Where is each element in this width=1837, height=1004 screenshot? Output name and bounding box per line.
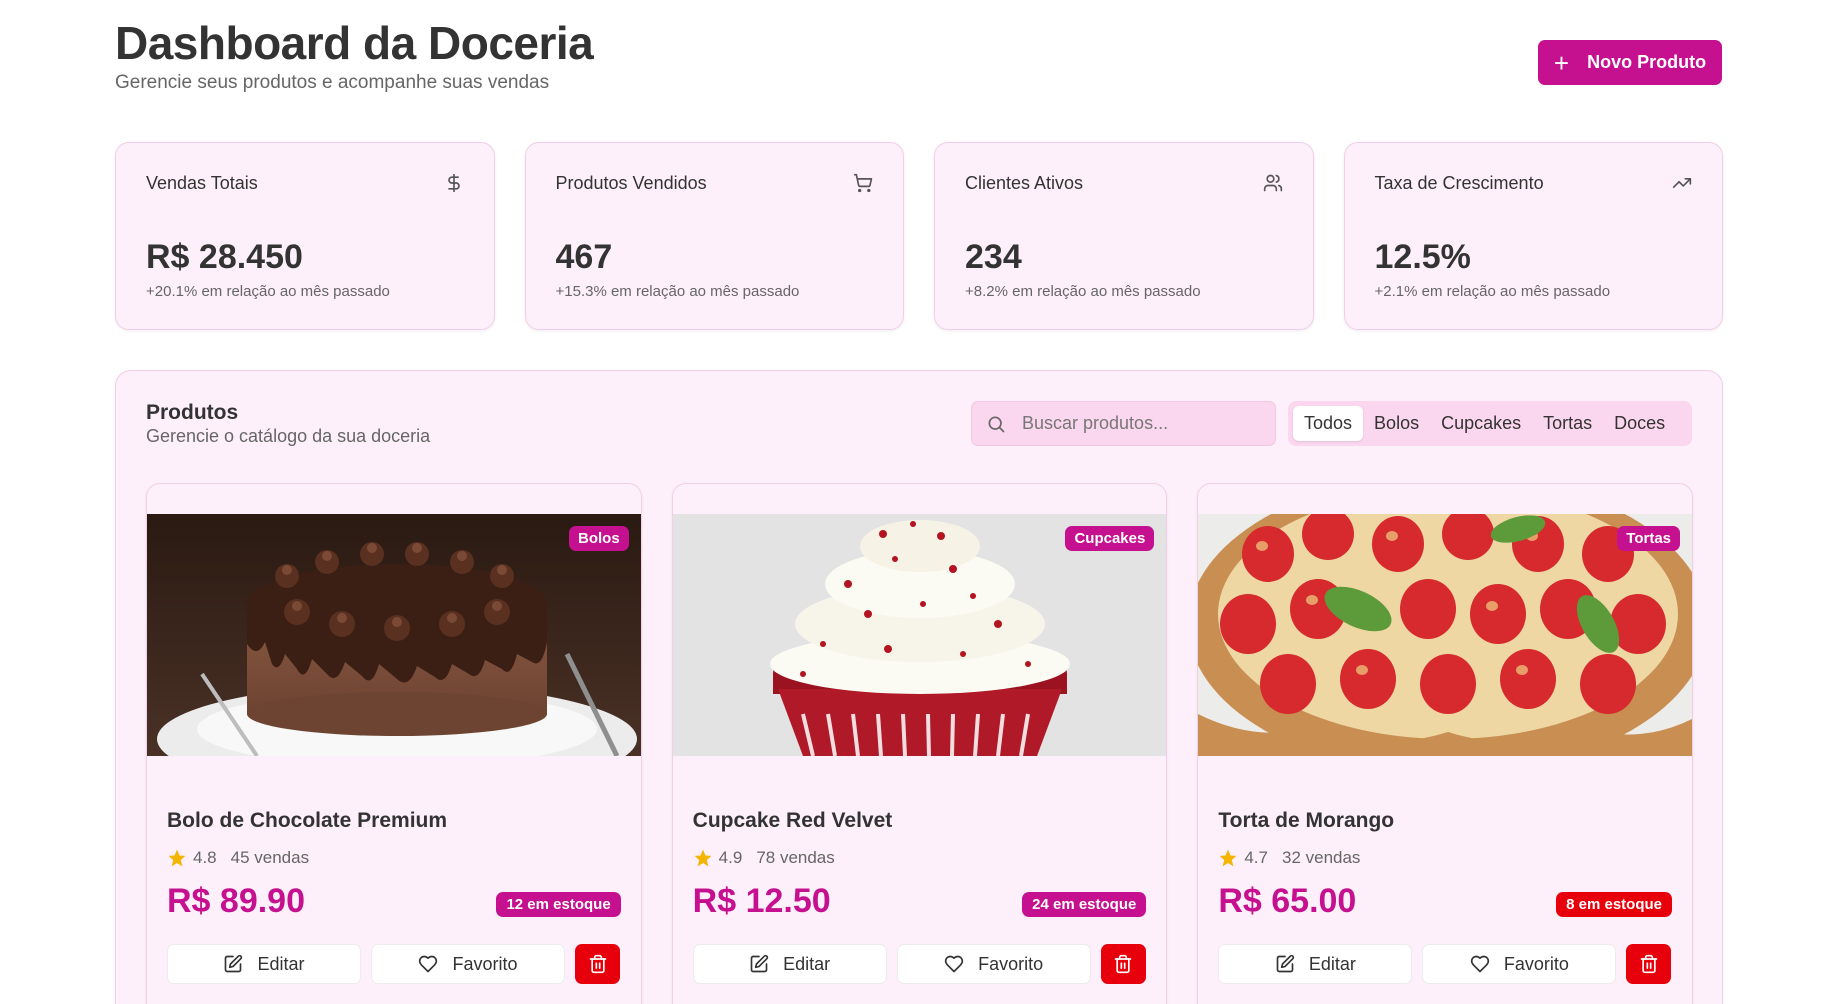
tab-tortas[interactable]: Tortas xyxy=(1532,406,1603,441)
sales-count: 32 vendas xyxy=(1281,848,1361,867)
plus-icon: + xyxy=(1553,47,1570,78)
rating-value: 4.7 xyxy=(1244,848,1268,867)
card-actions: Editar Favorito xyxy=(167,944,620,984)
tab-bolos[interactable]: Bolos xyxy=(1363,406,1430,441)
rating-value: 4.8 xyxy=(193,848,217,867)
product-price: R$ 89.90 xyxy=(167,882,305,920)
users-icon xyxy=(1263,174,1282,192)
delete-button[interactable] xyxy=(1626,944,1672,984)
card-actions: Editar Favorito xyxy=(1218,944,1672,984)
delete-button[interactable] xyxy=(1100,944,1146,984)
category-badge: Cupcakes xyxy=(1065,526,1155,551)
delete-button[interactable] xyxy=(575,944,620,984)
cart-icon xyxy=(853,173,873,193)
stock-badge: 8 em estoque xyxy=(1556,892,1673,917)
stats-row: Vendas Totais R$ 28.450 +20.1% em relaçã… xyxy=(115,142,1723,330)
product-card: Cupcakes Cupcake Red Velvet 4.9 78 venda… xyxy=(671,483,1168,1004)
trash-icon xyxy=(1114,954,1132,974)
stat-note: +2.1% em relação ao mês passado xyxy=(1374,283,1611,300)
stat-label: Clientes Ativos xyxy=(965,173,1084,193)
favorite-button[interactable]: Favorito xyxy=(371,944,565,984)
product-grid: Bolos Bolo de Chocolate Premium 4.8 45 v… xyxy=(146,483,1694,1004)
heart-icon xyxy=(1470,955,1489,973)
favorite-button[interactable]: Favorito xyxy=(896,944,1091,984)
stat-label: Produtos Vendidos xyxy=(555,173,707,193)
favorite-label: Favorito xyxy=(452,953,518,974)
stat-value: 234 xyxy=(965,238,1022,276)
sales-count: 45 vendas xyxy=(230,848,310,867)
stat-value: R$ 28.450 xyxy=(146,238,303,276)
edit-label: Editar xyxy=(1308,953,1356,974)
edit-icon xyxy=(1276,954,1294,973)
favorite-label: Favorito xyxy=(1503,953,1569,974)
product-rating: 4.7 32 vendas xyxy=(1218,848,1360,868)
stock-badge: 24 em estoque xyxy=(1022,892,1147,917)
stat-card-total-sales: Vendas Totais R$ 28.450 +20.1% em relaçã… xyxy=(115,142,495,330)
stat-card-growth-rate: Taxa de Crescimento 12.5% +2.1% em relaç… xyxy=(1343,142,1723,330)
stat-card-products-sold: Produtos Vendidos 467 +15.3% em relação … xyxy=(524,142,904,330)
product-rating: 4.8 45 vendas xyxy=(167,848,309,868)
star-icon xyxy=(168,849,186,867)
stat-note: +15.3% em relação ao mês passado xyxy=(555,283,800,300)
sales-count: 78 vendas xyxy=(756,848,835,867)
product-name: Cupcake Red Velvet xyxy=(692,809,893,832)
page-title: Dashboard da Doceria xyxy=(115,17,594,69)
tab-cupcakes[interactable]: Cupcakes xyxy=(1430,406,1532,441)
stat-label: Taxa de Crescimento xyxy=(1374,173,1544,193)
edit-icon xyxy=(225,954,243,973)
stat-value: 467 xyxy=(555,238,613,276)
product-name: Bolo de Chocolate Premium xyxy=(167,809,448,832)
heart-icon xyxy=(944,955,964,973)
favorite-button[interactable]: Favorito xyxy=(1422,944,1617,984)
product-name: Torta de Morango xyxy=(1218,809,1395,832)
product-rating: 4.9 78 vendas xyxy=(693,848,835,868)
category-tabs: Todos Bolos Cupcakes Tortas Doces xyxy=(1288,401,1692,446)
edit-label: Editar xyxy=(783,953,831,974)
dollar-icon xyxy=(447,173,460,193)
edit-label: Editar xyxy=(257,953,305,974)
new-product-button[interactable]: + Novo Produto xyxy=(1538,40,1722,85)
favorite-label: Favorito xyxy=(978,953,1044,974)
edit-button[interactable]: Editar xyxy=(692,944,887,984)
search-input[interactable] xyxy=(1022,413,1262,434)
stat-note: +20.1% em relação ao mês passado xyxy=(146,283,390,300)
stat-value: 12.5% xyxy=(1374,238,1471,276)
chocolate-cake-photo xyxy=(147,514,641,756)
products-subtitle: Gerencie o catálogo da sua doceria xyxy=(146,426,431,446)
page-subtitle: Gerencie seus produtos e acompanhe suas … xyxy=(115,72,550,93)
edit-button[interactable]: Editar xyxy=(1218,944,1413,984)
category-badge: Tortas xyxy=(1617,526,1681,551)
product-card: Tortas Torta de Morango 4.7 32 vendas R$… xyxy=(1197,483,1694,1004)
products-panel: Produtos Gerencie o catálogo da sua doce… xyxy=(115,370,1723,1004)
product-card: Bolos Bolo de Chocolate Premium 4.8 45 v… xyxy=(146,483,642,1004)
tab-doces[interactable]: Doces xyxy=(1603,406,1676,441)
edit-icon xyxy=(750,954,769,973)
trash-icon xyxy=(589,954,606,974)
stock-badge: 12 em estoque xyxy=(496,892,621,917)
stat-card-active-clients: Clientes Ativos 234 +8.2% em relação ao … xyxy=(934,142,1314,330)
new-product-label: Novo Produto xyxy=(1587,52,1707,72)
star-icon xyxy=(694,849,712,867)
stat-note: +8.2% em relação ao mês passado xyxy=(965,283,1201,300)
card-actions: Editar Favorito xyxy=(692,944,1146,984)
product-price: R$ 65.00 xyxy=(1218,882,1357,920)
stat-label: Vendas Totais xyxy=(146,173,258,193)
star-icon xyxy=(1220,849,1237,867)
edit-button[interactable]: Editar xyxy=(167,944,361,984)
search-icon xyxy=(988,416,1005,432)
product-price: R$ 12.50 xyxy=(692,882,831,920)
strawberry-tart-photo xyxy=(1198,514,1693,756)
products-title: Produtos xyxy=(146,401,239,424)
tab-todos[interactable]: Todos xyxy=(1293,406,1364,441)
rating-value: 4.9 xyxy=(718,848,743,867)
trash-icon xyxy=(1640,954,1658,974)
search-box[interactable] xyxy=(971,401,1276,446)
page-header: Dashboard da Doceria Gerencie seus produ… xyxy=(115,20,1722,100)
category-badge: Bolos xyxy=(569,526,629,551)
heart-icon xyxy=(419,955,438,973)
trending-up-icon xyxy=(1672,178,1692,188)
